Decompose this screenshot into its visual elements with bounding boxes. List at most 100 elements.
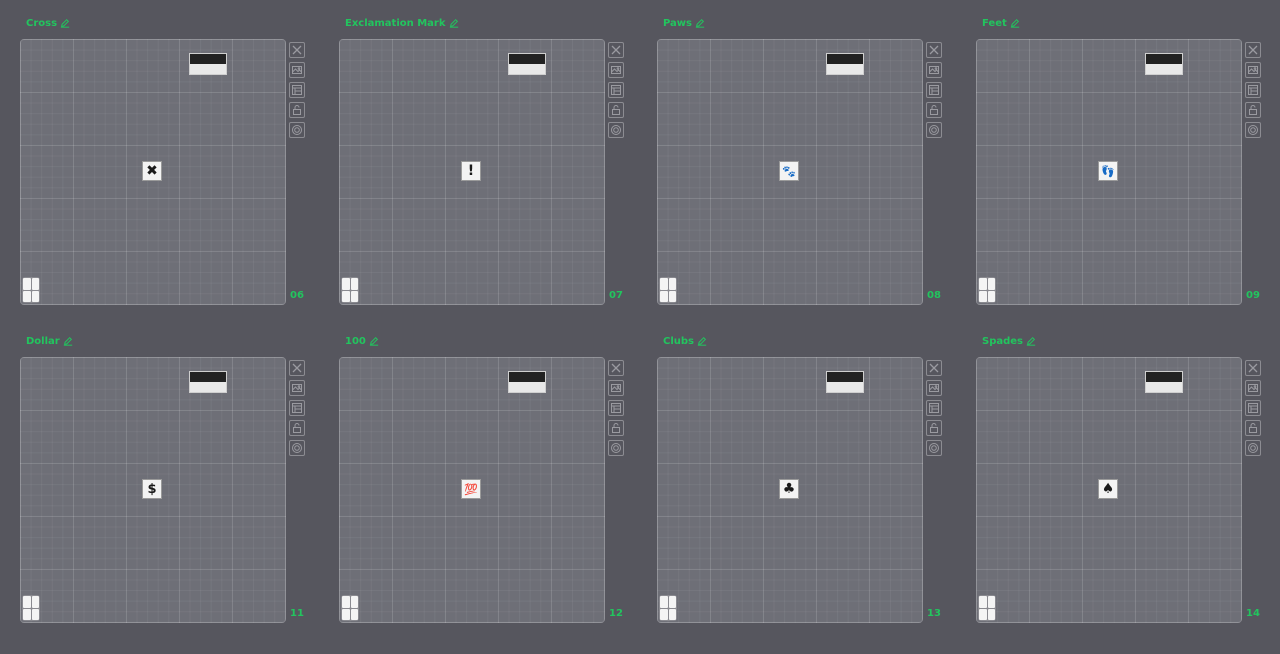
grid-icon[interactable] xyxy=(22,277,40,303)
pencil-icon[interactable] xyxy=(1010,18,1020,28)
emblem-glyph: 🐾 xyxy=(782,164,796,178)
target-button[interactable] xyxy=(608,440,624,456)
target-button[interactable] xyxy=(926,440,942,456)
image-button[interactable] xyxy=(926,380,942,396)
grid-icon[interactable] xyxy=(659,277,677,303)
emblem-preview[interactable]: ! xyxy=(461,161,481,181)
emblem-preview[interactable]: ✖ xyxy=(142,161,162,181)
preview-canvas[interactable]: ! xyxy=(339,39,605,305)
card-title-row[interactable]: Paws xyxy=(663,16,705,30)
preview-canvas[interactable]: $ xyxy=(20,357,286,623)
pencil-icon[interactable] xyxy=(697,336,707,346)
card-title-row[interactable]: Spades xyxy=(982,334,1036,348)
image-button[interactable] xyxy=(1245,380,1261,396)
card-title[interactable]: Dollar xyxy=(26,336,60,347)
close-button[interactable] xyxy=(289,42,305,58)
close-button[interactable] xyxy=(1245,360,1261,376)
card-title-row[interactable]: Exclamation Mark xyxy=(345,16,459,30)
close-button[interactable] xyxy=(926,360,942,376)
image-button[interactable] xyxy=(1245,62,1261,78)
layout-button[interactable] xyxy=(289,82,305,98)
layout-button[interactable] xyxy=(1245,400,1261,416)
card-title[interactable]: Clubs xyxy=(663,336,694,347)
lock-button[interactable] xyxy=(1245,420,1261,436)
lock-icon xyxy=(291,422,303,434)
close-button[interactable] xyxy=(608,360,624,376)
flag-preview xyxy=(826,53,864,75)
target-icon xyxy=(610,124,622,136)
pencil-icon[interactable] xyxy=(60,18,70,28)
image-button[interactable] xyxy=(289,62,305,78)
card-title-row[interactable]: Clubs xyxy=(663,334,707,348)
lock-icon xyxy=(291,104,303,116)
lock-button[interactable] xyxy=(608,420,624,436)
grid-icon[interactable] xyxy=(659,595,677,621)
pencil-icon[interactable] xyxy=(449,18,459,28)
grid-icon[interactable] xyxy=(341,277,359,303)
card-number: 09 xyxy=(1246,290,1260,301)
lock-button[interactable] xyxy=(926,420,942,436)
lock-button[interactable] xyxy=(926,102,942,118)
preview-canvas[interactable]: 💯 xyxy=(339,357,605,623)
layout-button[interactable] xyxy=(608,82,624,98)
lock-button[interactable] xyxy=(289,102,305,118)
card-title-row[interactable]: 100 xyxy=(345,334,379,348)
lock-button[interactable] xyxy=(289,420,305,436)
emblem-preview[interactable]: $ xyxy=(142,479,162,499)
grid-icon[interactable] xyxy=(978,277,996,303)
card-title-row[interactable]: Dollar xyxy=(26,334,73,348)
card-title[interactable]: Exclamation Mark xyxy=(345,18,446,29)
image-button[interactable] xyxy=(608,380,624,396)
close-button[interactable] xyxy=(926,42,942,58)
emblem-preview[interactable]: ♠ xyxy=(1098,479,1118,499)
card-title[interactable]: Cross xyxy=(26,18,57,29)
card-title[interactable]: Feet xyxy=(982,18,1007,29)
emblem-preview[interactable]: ♣ xyxy=(779,479,799,499)
card-title[interactable]: 100 xyxy=(345,336,366,347)
target-button[interactable] xyxy=(289,122,305,138)
layout-button[interactable] xyxy=(926,82,942,98)
grid-icon[interactable] xyxy=(978,595,996,621)
card-title[interactable]: Paws xyxy=(663,18,692,29)
grid-icon[interactable] xyxy=(22,595,40,621)
preview-canvas[interactable]: ✖ xyxy=(20,39,286,305)
preview-canvas[interactable]: ♠ xyxy=(976,357,1242,623)
pencil-icon[interactable] xyxy=(369,336,379,346)
image-icon xyxy=(610,64,622,76)
close-button[interactable] xyxy=(1245,42,1261,58)
pencil-icon[interactable] xyxy=(695,18,705,28)
preview-canvas[interactable]: ♣ xyxy=(657,357,923,623)
lock-icon xyxy=(1247,104,1259,116)
card-toolbar xyxy=(926,42,944,138)
target-button[interactable] xyxy=(1245,440,1261,456)
emblem-preview[interactable]: 👣 xyxy=(1098,161,1118,181)
grid-icon[interactable] xyxy=(341,595,359,621)
image-icon xyxy=(1247,64,1259,76)
card-title[interactable]: Spades xyxy=(982,336,1023,347)
close-button[interactable] xyxy=(608,42,624,58)
target-button[interactable] xyxy=(608,122,624,138)
image-button[interactable] xyxy=(926,62,942,78)
card-gallery: Cross ✖ 06 Exclamation Mark ! 07 Paws 🐾 … xyxy=(0,0,1280,654)
close-button[interactable] xyxy=(289,360,305,376)
target-button[interactable] xyxy=(926,122,942,138)
target-button[interactable] xyxy=(289,440,305,456)
icon-card: Cross ✖ 06 xyxy=(20,0,320,305)
preview-canvas[interactable]: 👣 xyxy=(976,39,1242,305)
layout-button[interactable] xyxy=(608,400,624,416)
target-button[interactable] xyxy=(1245,122,1261,138)
image-button[interactable] xyxy=(289,380,305,396)
preview-canvas[interactable]: 🐾 xyxy=(657,39,923,305)
card-title-row[interactable]: Feet xyxy=(982,16,1020,30)
image-button[interactable] xyxy=(608,62,624,78)
card-title-row[interactable]: Cross xyxy=(26,16,70,30)
lock-button[interactable] xyxy=(1245,102,1261,118)
layout-button[interactable] xyxy=(289,400,305,416)
lock-button[interactable] xyxy=(608,102,624,118)
layout-button[interactable] xyxy=(926,400,942,416)
emblem-preview[interactable]: 💯 xyxy=(461,479,481,499)
pencil-icon[interactable] xyxy=(1026,336,1036,346)
emblem-preview[interactable]: 🐾 xyxy=(779,161,799,181)
layout-button[interactable] xyxy=(1245,82,1261,98)
pencil-icon[interactable] xyxy=(63,336,73,346)
